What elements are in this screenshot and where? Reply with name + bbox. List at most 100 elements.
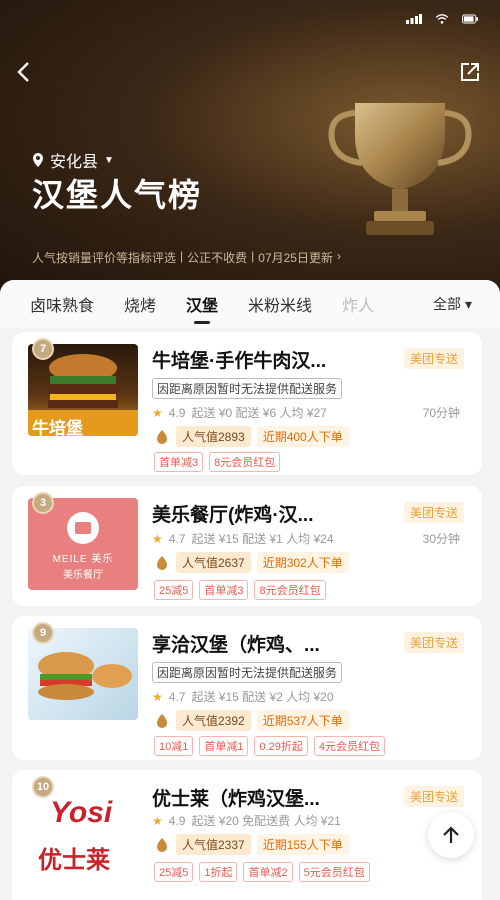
store-name: 牛培堡·手作牛肉汉... <box>152 351 327 372</box>
ranking-panel: 卤味熟食 烧烤 汉堡 米粉米线 炸人 全部 ▾ 7 牛培堡 牛培堡·手作牛肉汉.… <box>0 280 500 900</box>
popularity-value: 人气值2637 <box>176 552 251 573</box>
delivery-notice: 因距离原因暂时无法提供配送服务 <box>152 662 343 683</box>
tab-fried[interactable]: 炸人 <box>342 292 374 316</box>
rating: 4.7 <box>168 531 186 546</box>
arrow-up-icon <box>443 826 459 843</box>
coupon-tag: 25减5 <box>154 862 194 882</box>
thumb-brand-text: 牛培堡 <box>32 419 83 436</box>
coupon-row: 25减5 1折起 首单减2 5元会员红包 <box>154 862 370 882</box>
coupon-tag: 0.29折起 <box>254 736 308 756</box>
coupon-row: 10减1 首单减1 0.29折起 4元会员红包 <box>154 736 386 756</box>
coupon-tag: 1折起 <box>199 862 238 882</box>
rank-badge: 10 <box>32 776 54 798</box>
battery-icon <box>462 14 478 24</box>
thumb-brand-sub: 美乐餐厅 <box>63 570 103 581</box>
tab-burger[interactable]: 汉堡 <box>186 292 218 324</box>
share-icon <box>461 63 479 81</box>
popularity-value: 人气值2893 <box>176 426 251 447</box>
popularity-row: 人气值2637 近期302人下单 <box>154 552 349 573</box>
flame-icon <box>157 837 167 852</box>
hero-banner: 安化县 ▼ 汉堡人气榜 人气按销量评价等指标评选 | 公正不收费 | 07月25… <box>0 0 500 300</box>
note-separator: | <box>251 249 255 263</box>
thumb-brand-text: MEILE 美乐 <box>52 554 114 565</box>
delivery-notice: 因距离原因暂时无法提供配送服务 <box>152 378 343 399</box>
recent-orders: 近期155人下单 <box>256 834 349 855</box>
trophy-icon <box>328 103 472 235</box>
store-meta: ★ 4.9 起送 ¥0 配送 ¥6 人均 ¥27 <box>152 404 327 421</box>
store-name: 美乐餐厅(炸鸡·汉... <box>152 505 314 526</box>
coupon-tag: 首单减3 <box>199 580 249 600</box>
caret-down-icon: ▾ <box>464 295 472 312</box>
coupon-tag: 8元会员红包 <box>209 452 281 472</box>
recent-orders: 近期400人下单 <box>256 426 349 447</box>
location-selector[interactable]: 安化县 ▼ <box>32 148 114 172</box>
coupon-tag: 4元会员红包 <box>313 736 386 756</box>
coupon-tag: 5元会员红包 <box>298 862 370 882</box>
rating: 4.7 <box>168 689 186 704</box>
delivery-badge: 美团专送 <box>403 502 464 523</box>
all-categories-button[interactable]: 全部 ▾ <box>424 294 472 314</box>
tab-bbq[interactable]: 烧烤 <box>124 292 156 316</box>
category-tabs: 卤味熟食 烧烤 汉堡 米粉米线 炸人 全部 ▾ <box>0 280 500 328</box>
coupon-tag: 首单减3 <box>154 452 204 472</box>
status-bar <box>406 14 478 24</box>
location-label: 安化县 <box>50 154 99 171</box>
delivery-time: 30分钟 <box>422 532 460 546</box>
tab-rice-noodle[interactable]: 米粉米线 <box>248 292 312 316</box>
chevron-right-icon: › <box>336 249 341 263</box>
popularity-value: 人气值2392 <box>176 710 251 731</box>
chevron-left-icon <box>17 62 29 82</box>
page-title: 汉堡人气榜 <box>32 177 203 213</box>
coupon-row: 首单减3 8元会员红包 <box>154 452 281 472</box>
coupon-tag: 10减1 <box>154 736 194 756</box>
delivery-info: 起送 ¥15 配送 ¥2 人均 ¥20 <box>191 690 334 704</box>
delivery-info: 起送 ¥0 配送 ¥6 人均 ¥27 <box>191 406 327 420</box>
wifi-icon <box>435 14 449 24</box>
caret-down-icon: ▼ <box>104 154 114 166</box>
delivery-badge: 美团专送 <box>403 786 464 807</box>
delivery-info: 起送 ¥20 免配送费 人均 ¥21 <box>191 814 341 828</box>
store-card[interactable]: 10 Yosi 优士莱 优士莱（炸鸡汉堡... 美团专送 ★ 4.9 起送 ¥2… <box>12 770 482 900</box>
fairness-note: 公正不收费 <box>187 251 248 265</box>
signal-icon <box>406 14 422 24</box>
store-name: 享洽汉堡（炸鸡、... <box>152 635 320 656</box>
back-button[interactable] <box>12 58 36 86</box>
ranking-note[interactable]: 人气按销量评价等指标评选 | 公正不收费 | 07月25日更新 › <box>32 249 341 266</box>
store-card[interactable]: 9 享洽汉堡（炸鸡、... 美团专送 因距离原因暂时无法提供配送服务 ★ 4.7… <box>12 616 482 760</box>
store-meta: ★ 4.7 起送 ¥15 配送 ¥2 人均 ¥20 <box>152 688 334 705</box>
share-button[interactable] <box>458 60 482 84</box>
flame-icon <box>157 429 167 444</box>
rank-badge: 9 <box>32 622 54 644</box>
recent-orders: 近期302人下单 <box>256 552 349 573</box>
coupon-row: 25减5 首单减3 8元会员红包 <box>154 580 326 600</box>
popularity-row: 人气值2392 近期537人下单 <box>154 710 349 731</box>
star-icon: ★ <box>152 405 163 420</box>
rating: 4.9 <box>168 405 186 420</box>
coupon-tag: 25减5 <box>154 580 194 600</box>
location-pin-icon <box>33 153 43 167</box>
thumb-brand-text: 优士莱 <box>38 847 110 874</box>
popularity-value: 人气值2337 <box>176 834 251 855</box>
tab-braised[interactable]: 卤味熟食 <box>30 292 94 316</box>
coupon-tag: 8元会员红包 <box>254 580 326 600</box>
note-separator: | <box>180 249 184 263</box>
store-name: 优士莱（炸鸡汉堡... <box>152 789 320 810</box>
thumb-logo: Yosi <box>50 796 113 829</box>
delivery-info: 起送 ¥15 配送 ¥1 人均 ¥24 <box>191 532 334 546</box>
flame-icon <box>157 713 167 728</box>
rating: 4.9 <box>168 813 186 828</box>
star-icon: ★ <box>152 531 163 546</box>
update-date: 07月25日更新 <box>258 251 333 265</box>
coupon-tag: 首单减1 <box>199 736 249 756</box>
delivery-time: 70分钟 <box>422 406 460 420</box>
store-card[interactable]: 3 MEILE 美乐 美乐餐厅 美乐餐厅(炸鸡·汉... 美团专送 ★ 4.7 … <box>12 486 482 606</box>
popularity-row: 人气值2337 近期155人下单 <box>154 834 349 855</box>
store-meta: ★ 4.9 起送 ¥20 免配送费 人均 ¥21 <box>152 812 341 829</box>
delivery-badge: 美团专送 <box>403 632 464 653</box>
star-icon: ★ <box>152 813 163 828</box>
ranking-criteria: 人气按销量评价等指标评选 <box>32 251 177 265</box>
rank-badge: 7 <box>32 338 54 360</box>
coupon-tag: 首单减2 <box>243 862 293 882</box>
store-card[interactable]: 7 牛培堡 牛培堡·手作牛肉汉... 美团专送 因距离原因暂时无法提供配送服务 … <box>12 332 482 475</box>
back-to-top-button[interactable] <box>428 812 474 858</box>
